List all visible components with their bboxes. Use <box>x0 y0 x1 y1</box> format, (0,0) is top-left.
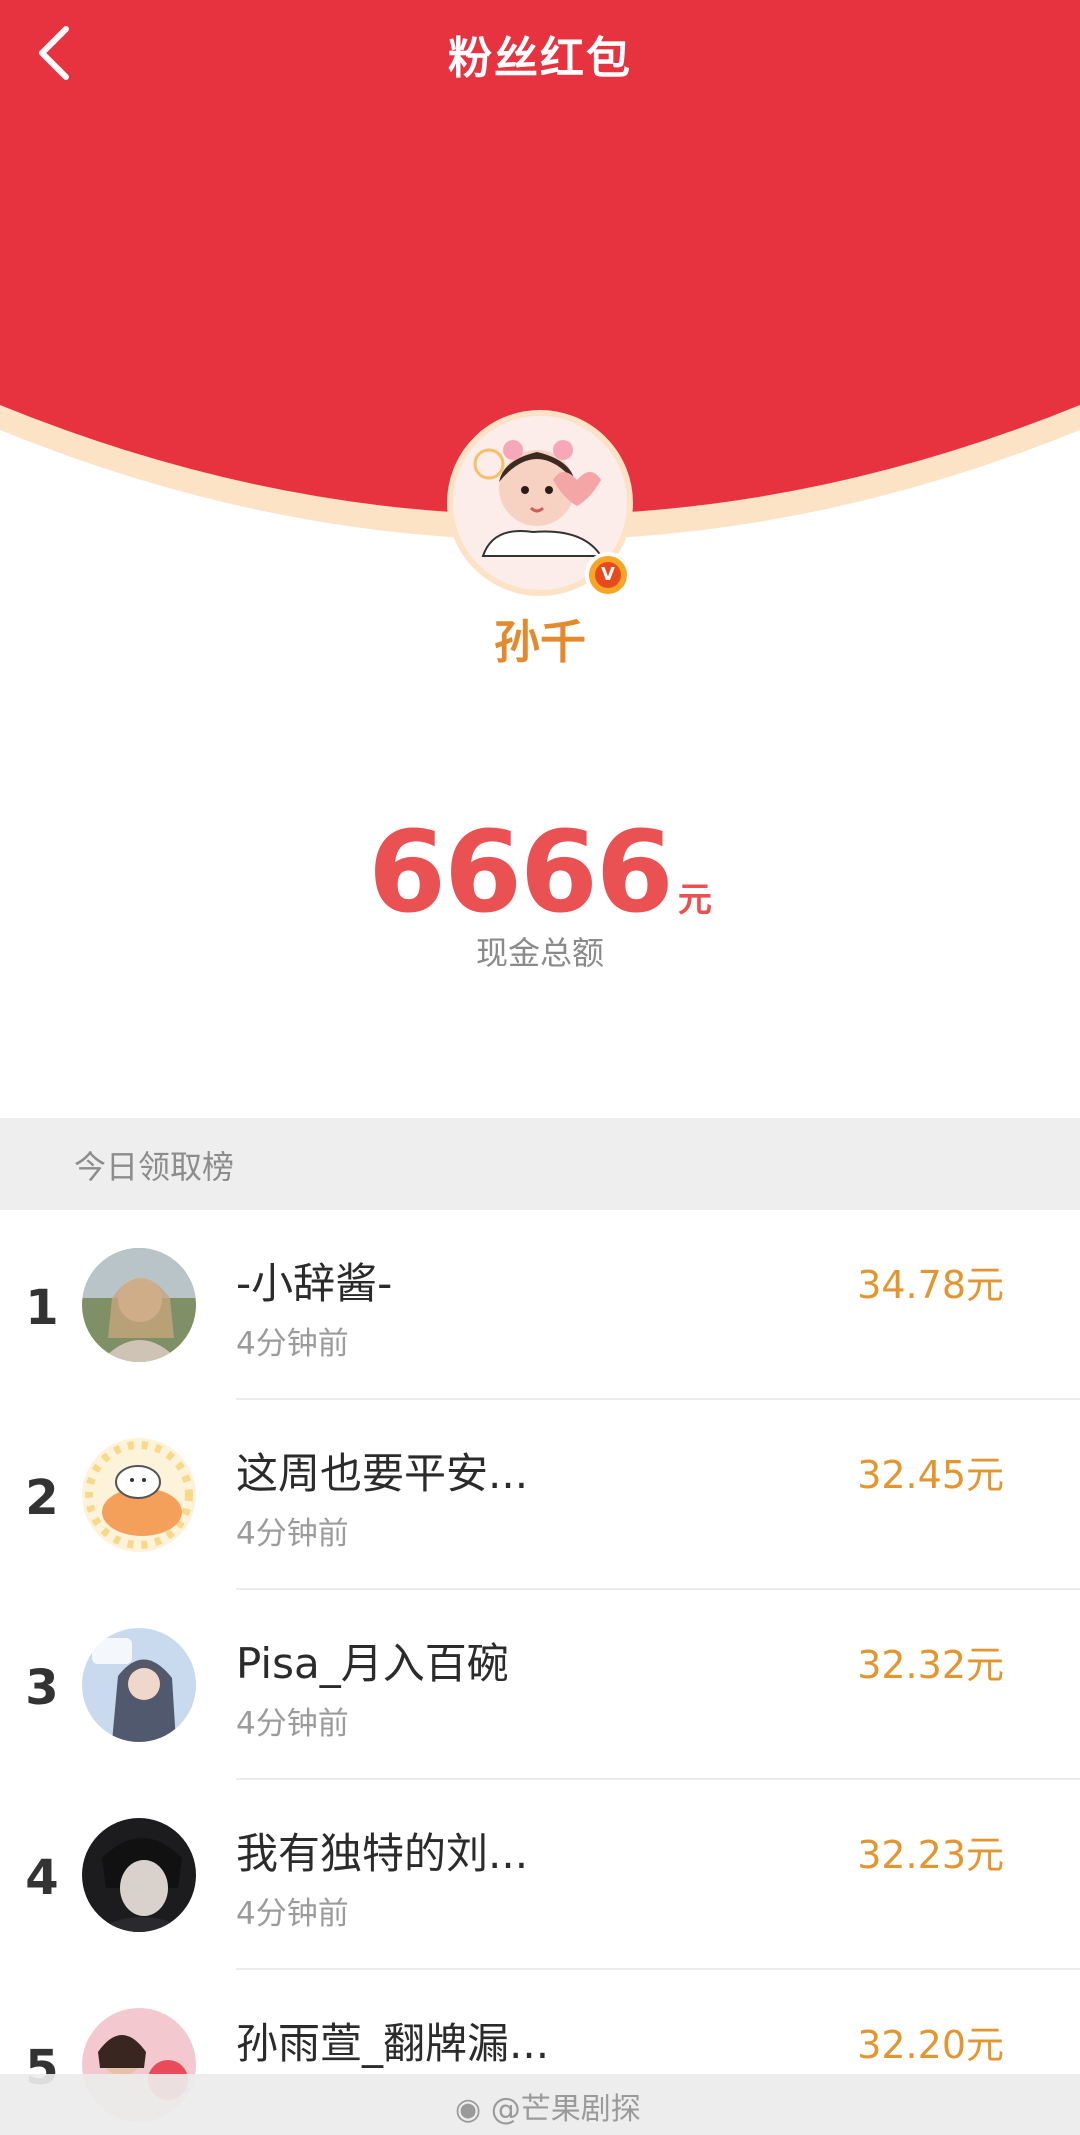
total-amount-unit: 元 <box>677 880 712 920</box>
leaderboard-row[interactable]: 4 我有独特的刘... 4分钟前 32.23元 <box>0 1780 1080 1970</box>
claim-amount: 32.20元 <box>857 2023 1004 2067</box>
leaderboard-row[interactable]: 1 -小辞酱- 4分钟前 34.78元 <box>0 1210 1080 1400</box>
user-name: -小辞酱- <box>236 1259 393 1308</box>
claim-time: 4分钟前 <box>236 1896 349 1932</box>
avatar-photo <box>82 1628 196 1742</box>
leaderboard-title: 今日领取榜 <box>74 1148 235 1186</box>
claim-amount: 34.78元 <box>857 1263 1004 1307</box>
page-title: 粉丝红包 <box>448 33 632 84</box>
app-screen: 粉丝红包 V 孙千 6666 元 现金总额 今日领取榜 1 -小辞酱- 4分钟前… <box>0 0 1080 2135</box>
user-name: Pisa_月入百碗 <box>236 1639 509 1688</box>
avatar-photo <box>82 1248 196 1362</box>
claim-amount: 32.32元 <box>857 1643 1004 1687</box>
verified-v-icon: V <box>595 562 621 588</box>
leaderboard-row[interactable]: 2 这周也要平安... 4分钟前 32.45元 <box>0 1400 1080 1590</box>
user-avatar[interactable] <box>82 1818 196 1932</box>
claim-amount: 32.23元 <box>857 1833 1004 1877</box>
user-name: 这周也要平安... <box>236 1449 529 1498</box>
avatar-illustration <box>82 1438 196 1552</box>
rank-number: 1 <box>25 1280 59 1336</box>
total-amount: 6666 元 <box>0 808 1080 938</box>
leaderboard-list: 1 -小辞酱- 4分钟前 34.78元 2 这周也要平安... 4分钟前 32.… <box>0 1210 1080 2135</box>
rank-number: 2 <box>25 1470 59 1526</box>
leaderboard-header: 今日领取榜 <box>0 1118 1080 1210</box>
claim-amount: 32.45元 <box>857 1453 1004 1497</box>
claim-time: 4分钟前 <box>236 1706 349 1742</box>
avatar-photo <box>82 1818 196 1932</box>
weibo-icon: ◉ <box>455 2092 482 2127</box>
user-name: 我有独特的刘... <box>236 1829 529 1878</box>
watermark-text: @芒果剧探 <box>490 2092 641 2127</box>
total-amount-label: 现金总额 <box>475 934 604 972</box>
rank-number: 4 <box>25 1850 59 1906</box>
user-name: 孙雨萱_翻牌漏... <box>236 2019 550 2068</box>
creator-name[interactable]: 孙千 <box>0 606 1080 672</box>
user-avatar[interactable] <box>82 1628 196 1742</box>
claim-time: 4分钟前 <box>236 1326 349 1362</box>
rank-number: 3 <box>25 1660 59 1716</box>
user-avatar[interactable] <box>82 1248 196 1362</box>
watermark: ◉ @芒果剧探 <box>455 2084 641 2128</box>
verified-badge: V <box>585 552 631 598</box>
leaderboard-row[interactable]: 3 Pisa_月入百碗 4分钟前 32.32元 <box>0 1590 1080 1780</box>
claim-time: 4分钟前 <box>236 1516 349 1552</box>
user-avatar[interactable] <box>82 1438 196 1552</box>
total-amount-value: 6666 <box>368 808 674 938</box>
